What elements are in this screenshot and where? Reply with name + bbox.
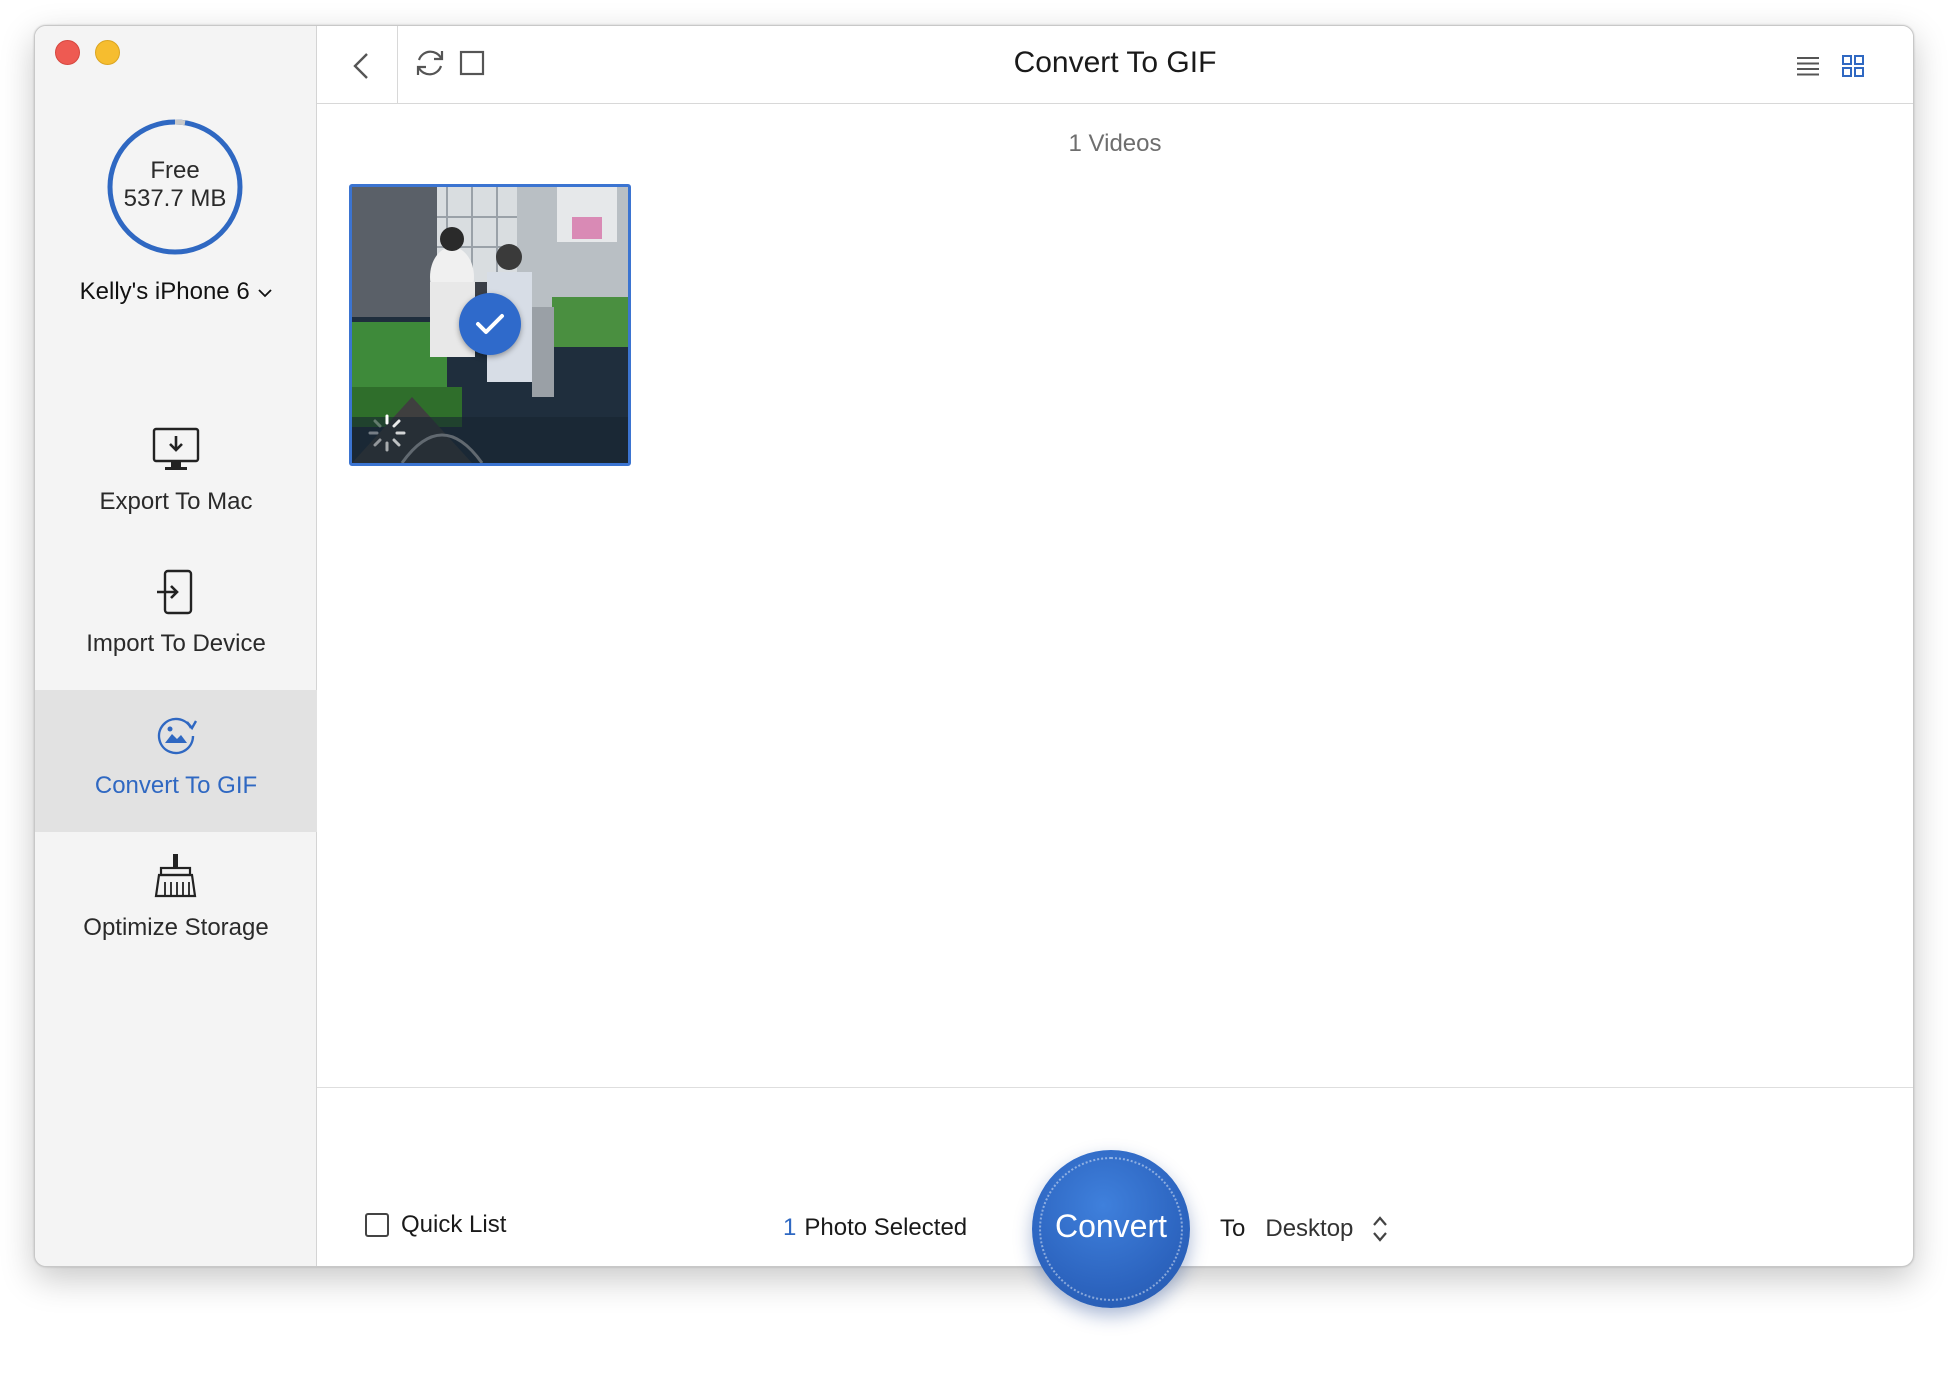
- up-down-chevron-icon: [1373, 1216, 1388, 1242]
- convert-button-label: Convert: [1054, 1208, 1168, 1244]
- device-name: Kelly's iPhone 6: [79, 278, 250, 305]
- main-panel: Convert To GIF 1 Videos Quick List 1 Pho…: [317, 26, 1913, 1266]
- sidebar-item-label: Optimize Storage: [83, 914, 269, 941]
- sidebar-item-optimize-storage[interactable]: Optimize Storage: [35, 832, 317, 974]
- video-thumbnail[interactable]: [349, 184, 631, 466]
- quick-list-option[interactable]: Quick List: [365, 1211, 506, 1239]
- close-window-button[interactable]: [55, 40, 80, 65]
- page-title: Convert To GIF: [1013, 46, 1217, 79]
- quick-list-checkbox[interactable]: [365, 1213, 389, 1237]
- destination-value: Desktop: [1265, 1215, 1354, 1242]
- app-window: Free 537.7 MB Kelly's iPhone 6 Export To…: [34, 25, 1914, 1267]
- item-count-label: 1 Videos: [1068, 130, 1162, 157]
- phone-import-icon: [157, 569, 193, 615]
- to-label: To: [1220, 1215, 1246, 1242]
- storage-label: Free: [150, 157, 200, 184]
- device-selector[interactable]: Kelly's iPhone 6: [35, 278, 317, 306]
- convert-button[interactable]: Convert: [1032, 1150, 1190, 1308]
- monitor-download-icon: [152, 427, 200, 470]
- storage-info: Free 537.7 MB: [105, 157, 245, 213]
- sidebar: Free 537.7 MB Kelly's iPhone 6 Export To…: [35, 26, 317, 1266]
- sidebar-item-convert-to-gif[interactable]: Convert To GIF: [35, 690, 317, 832]
- selected-text: Photo Selected: [804, 1214, 968, 1241]
- selected-check-badge: [459, 293, 521, 355]
- chevron-down-icon: [258, 289, 272, 297]
- footer-divider: [317, 1087, 1913, 1088]
- quick-list-label: Quick List: [401, 1211, 507, 1238]
- minimize-window-button[interactable]: [95, 40, 120, 65]
- storage-value: 537.7 MB: [123, 185, 227, 212]
- sidebar-item-import-to-device[interactable]: Import To Device: [35, 548, 317, 690]
- grid-view-icon[interactable]: [1841, 54, 1865, 78]
- checkmark-icon: [476, 314, 504, 334]
- gif-convert-icon: [157, 717, 198, 755]
- loading-spinner-icon: [368, 414, 406, 452]
- window-controls: [55, 40, 120, 65]
- sidebar-item-label: Export To Mac: [99, 488, 253, 515]
- sidebar-item-export-to-mac[interactable]: Export To Mac: [35, 406, 317, 548]
- broom-icon: [154, 854, 197, 898]
- sidebar-item-label: Convert To GIF: [94, 772, 258, 799]
- toolbar: Convert To GIF: [317, 26, 1913, 104]
- selection-summary: 1 Photo Selected: [783, 1214, 967, 1242]
- destination-selector[interactable]: To Desktop: [1220, 1214, 1389, 1244]
- sidebar-item-label: Import To Device: [86, 630, 266, 657]
- selected-count: 1: [783, 1214, 797, 1241]
- list-view-icon[interactable]: [1795, 54, 1821, 78]
